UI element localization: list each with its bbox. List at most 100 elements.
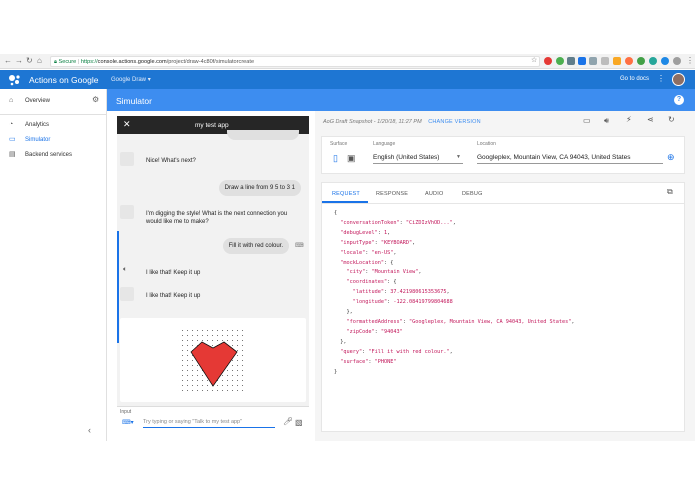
refresh-icon[interactable]: ↻: [668, 115, 675, 124]
chat-message-app: I like that! Keep it up: [146, 293, 201, 299]
collapse-sidebar-icon[interactable]: ‹: [88, 425, 91, 435]
app-title: Actions on Google: [29, 75, 99, 85]
app-avatar: [120, 205, 134, 219]
speaker-icon[interactable]: 🔈︎: [123, 266, 127, 274]
tab-debug[interactable]: DEBUG: [462, 191, 483, 197]
code-line: },: [334, 338, 347, 345]
url-path: /project/draw-4c80f/simulatorcreate: [166, 59, 255, 65]
app-avatar: [120, 287, 134, 301]
address-bar[interactable]: 🔒︎ Secure | https://console.actions.goog…: [50, 56, 540, 67]
speaker-surface-icon[interactable]: ▣: [347, 153, 356, 164]
cast-icon[interactable]: ▧: [295, 418, 303, 427]
chat-message-app: Nice! What's next?: [146, 158, 196, 164]
project-selector[interactable]: Google Draw ▾: [111, 76, 151, 83]
extension-icon[interactable]: [578, 57, 586, 65]
tab-response[interactable]: RESPONSE: [376, 191, 408, 197]
share-icon[interactable]: ⋖: [647, 115, 654, 124]
page-title: Simulator: [116, 96, 152, 106]
previous-bubble: [227, 130, 299, 140]
forward-icon[interactable]: →: [15, 56, 23, 65]
keyboard-icon: ⌨: [295, 243, 304, 249]
query-input[interactable]: Try typing or saying "Talk to my test ap…: [143, 418, 275, 428]
code-line: "locale": "en-US",: [340, 249, 397, 256]
settings-card: Surface ▯ ▣ Language English (United Sta…: [321, 136, 685, 174]
change-version-button[interactable]: CHANGE VERSION: [428, 119, 481, 125]
request-panel: REQUEST RESPONSE AUDIO DEBUG ⧉ { "conver…: [321, 182, 685, 432]
tab-audio[interactable]: AUDIO: [425, 191, 443, 197]
code-line: "longitude": -122.08419799804688: [352, 299, 453, 306]
extension-icon[interactable]: [613, 57, 621, 65]
sidebar-item-backend-services[interactable]: ▤ Backend services: [0, 148, 106, 162]
docs-link[interactable]: Go to docs: [620, 76, 649, 82]
extension-icon[interactable]: [567, 57, 575, 65]
language-value: English (United States): [373, 154, 440, 161]
divider: [0, 114, 106, 115]
caret-down-icon: ▾: [147, 77, 151, 83]
code-line: "coordinates": {: [346, 279, 397, 286]
chat-message-app: I'm digging the style! What is the next …: [146, 211, 288, 225]
copy-icon[interactable]: ⧉: [667, 187, 673, 197]
help-icon[interactable]: ?: [674, 95, 684, 105]
selected-turn-indicator: [117, 231, 119, 343]
volume-icon[interactable]: 🔊︎: [604, 116, 609, 126]
code-line: }: [334, 368, 338, 375]
settings-icon[interactable]: ⚙: [92, 95, 99, 104]
mic-off-icon[interactable]: ⚡︎: [626, 115, 632, 124]
sidebar-item-label: Overview: [25, 98, 51, 104]
canvas-card: [120, 318, 306, 402]
chat-message-app: I like that! Keep it up: [146, 270, 201, 276]
extension-icon[interactable]: [625, 57, 633, 65]
close-icon[interactable]: ✕: [123, 119, 131, 130]
secure-label: Secure: [58, 59, 77, 65]
input-label: Input: [120, 409, 132, 415]
devices-icon[interactable]: ▭: [583, 116, 591, 125]
extension-icon[interactable]: [544, 57, 552, 65]
home-browser-icon[interactable]: ⌂: [37, 56, 42, 65]
extension-icon[interactable]: [601, 57, 609, 65]
language-select[interactable]: English (United States) ▼: [373, 152, 463, 164]
request-json: { "conversationToken": "CiZDIzVhOD...", …: [334, 209, 575, 377]
avatar[interactable]: [672, 73, 685, 86]
star-icon[interactable]: ☆: [531, 56, 537, 64]
home-icon: ⌂: [9, 97, 14, 104]
sidebar-item-label: Backend services: [25, 152, 73, 158]
location-input[interactable]: Googleplex, Mountain View, CA 94043, Uni…: [477, 152, 663, 164]
code-line: "conversationToken": "CiZDIzVhOD...",: [340, 219, 456, 226]
simulator-icon: ▭: [9, 136, 16, 143]
my-location-icon[interactable]: ⊕: [667, 152, 675, 163]
url-scheme: https://: [80, 59, 98, 65]
sidebar-item-overview[interactable]: ⌂ Overview: [0, 94, 106, 108]
code-line: "mockLocation": {: [340, 259, 394, 266]
code-line: "formattedAddress": "Googleplex, Mountai…: [346, 318, 575, 325]
keyboard-mode-icon[interactable]: ⌨▾: [122, 419, 134, 426]
reload-icon[interactable]: ↻: [26, 56, 33, 65]
analytics-icon: ◔: [9, 121, 14, 128]
divider: [322, 203, 684, 204]
browser-toolbar: ← → ↻ ⌂ 🔒︎ Secure | https://console.acti…: [0, 54, 695, 69]
mic-icon[interactable]: 🎤︎: [283, 417, 293, 426]
more-vert-icon[interactable]: ⋮: [657, 74, 665, 83]
app-bar: Actions on Google Google Draw ▾ Go to do…: [0, 70, 695, 89]
code-line: "inputType": "KEYBOARD",: [340, 239, 416, 246]
sidebar-item-simulator[interactable]: ▭ Simulator: [0, 133, 106, 147]
backend-icon: ▤: [9, 151, 16, 158]
sidebar-item-analytics[interactable]: ◔ Analytics: [0, 118, 106, 132]
dropdown-arrow-icon: ▼: [456, 154, 461, 160]
extension-icon[interactable]: [637, 57, 645, 65]
phone-simulator: ✕ my test app Nice! What's next? Draw a …: [117, 116, 309, 433]
code-line: "debugLevel": 1,: [340, 229, 391, 236]
extension-icon[interactable]: [589, 57, 597, 65]
lock-icon: 🔒︎: [54, 59, 57, 65]
draft-snapshot: AoG Draft Snapshot - 1/20/18, 11:27 PM C…: [323, 119, 481, 125]
tab-request[interactable]: REQUEST: [332, 191, 360, 197]
extension-icon[interactable]: [673, 57, 681, 65]
browser-menu-icon[interactable]: ⋮: [686, 56, 694, 65]
app-avatar: [120, 152, 134, 166]
phone-surface-icon[interactable]: ▯: [333, 153, 338, 164]
back-icon[interactable]: ←: [4, 56, 12, 65]
extension-icon[interactable]: [661, 57, 669, 65]
extension-icon[interactable]: [649, 57, 657, 65]
extension-icon[interactable]: [556, 57, 564, 65]
simulator-header: Simulator ?: [107, 89, 695, 111]
code-line: "city": "Mountain View",: [346, 269, 422, 276]
